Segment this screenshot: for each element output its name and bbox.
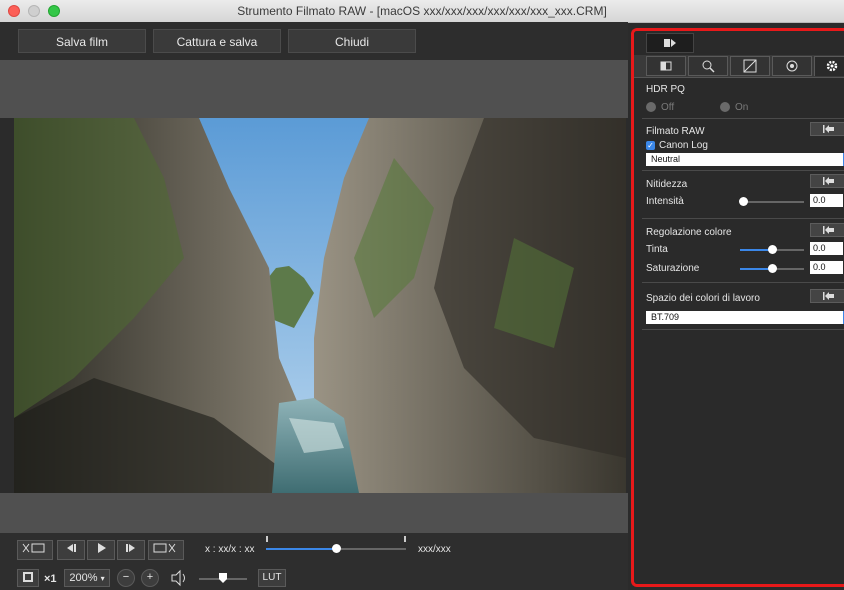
divider bbox=[642, 118, 844, 119]
log-preset-select[interactable]: Neutral bbox=[646, 153, 844, 166]
working-color-space-select[interactable]: BT.709 bbox=[646, 311, 844, 324]
tab-settings[interactable] bbox=[814, 56, 844, 76]
zoom-out-icon: − bbox=[122, 571, 130, 583]
hdr-on-label: On bbox=[735, 102, 749, 113]
zoom-in-icon: + bbox=[146, 571, 154, 583]
tab-color[interactable] bbox=[772, 56, 812, 76]
save-movie-button[interactable]: Salva film bbox=[18, 29, 146, 53]
reset-icon bbox=[823, 226, 834, 234]
speaker-icon[interactable] bbox=[169, 569, 191, 587]
divider bbox=[642, 170, 844, 171]
reset-icon bbox=[823, 125, 834, 133]
zoom-in-button[interactable]: + bbox=[141, 569, 159, 587]
playback-speed[interactable]: ×1 bbox=[44, 573, 57, 585]
top-toolbar: Salva film Cattura e salva Chiudi bbox=[0, 22, 628, 60]
reset-icon bbox=[823, 292, 834, 300]
saturation-input[interactable]: 0.0 bbox=[810, 261, 843, 274]
log-preset-value: Neutral bbox=[651, 154, 681, 164]
timecode-total: xxx/xxx bbox=[418, 544, 451, 555]
chevron-down-icon: ▾ bbox=[100, 574, 105, 583]
set-in-point-button[interactable] bbox=[17, 540, 53, 560]
working-color-space-label: Spazio dei colori di lavoro bbox=[646, 293, 760, 304]
divider bbox=[642, 329, 844, 330]
reset-icon bbox=[823, 177, 834, 185]
saturation-label: Saturazione bbox=[646, 263, 700, 274]
tab-basic-adjust[interactable] bbox=[646, 56, 686, 76]
preview-margin-top bbox=[0, 60, 628, 118]
in-marker[interactable] bbox=[266, 536, 268, 542]
next-frame-icon bbox=[126, 544, 135, 552]
color-icon bbox=[786, 60, 798, 72]
strength-handle[interactable] bbox=[739, 197, 748, 206]
zoom-out-button[interactable]: − bbox=[117, 569, 135, 587]
sharpness-reset-button[interactable] bbox=[810, 174, 844, 188]
capture-save-button[interactable]: Cattura e salva bbox=[153, 29, 281, 53]
fullscreen-icon bbox=[23, 572, 33, 582]
tint-handle[interactable] bbox=[768, 245, 777, 254]
palette-tabs bbox=[634, 55, 844, 78]
title-bar: Strumento Filmato RAW - [macOS xxx/xxx/x… bbox=[0, 0, 844, 23]
tint-label: Tinta bbox=[646, 244, 668, 255]
color-adjust-reset-button[interactable] bbox=[810, 223, 844, 237]
set-out-point-button[interactable] bbox=[148, 540, 184, 560]
tone-curve-icon bbox=[743, 59, 757, 73]
play-button[interactable] bbox=[87, 540, 115, 560]
next-frame-button[interactable] bbox=[117, 540, 145, 560]
zoom-select[interactable]: 200% ▾ bbox=[64, 569, 110, 587]
movie-preview-image bbox=[14, 118, 626, 493]
raw-movie-reset-button[interactable] bbox=[810, 122, 844, 136]
prev-frame-icon bbox=[67, 544, 76, 552]
sharpness-label: Nitidezza bbox=[646, 179, 688, 190]
palette-header bbox=[634, 31, 844, 55]
tool-palette-tab[interactable] bbox=[646, 33, 694, 53]
hdr-off-radio[interactable] bbox=[646, 102, 656, 112]
zoom-value: 200% bbox=[69, 572, 98, 584]
hdr-off-label: Off bbox=[661, 102, 675, 113]
play-icon bbox=[98, 543, 106, 553]
out-marker[interactable] bbox=[404, 536, 406, 542]
timeline-handle[interactable] bbox=[332, 544, 341, 553]
close-button[interactable]: Chiudi bbox=[288, 29, 416, 53]
in-point-icon bbox=[22, 543, 45, 553]
out-point-icon bbox=[153, 543, 176, 553]
volume-handle[interactable] bbox=[219, 573, 227, 583]
strength-label: Intensità bbox=[646, 196, 684, 207]
lut-button[interactable]: LUT bbox=[258, 569, 286, 587]
canon-log-label: Canon Log bbox=[659, 140, 708, 151]
tool-palette: HDR PQ Off On Filmato RAW ✓ Canon Log Ne… bbox=[631, 28, 844, 587]
tab-tone-curve[interactable] bbox=[730, 56, 770, 76]
tab-detail[interactable] bbox=[688, 56, 728, 76]
previous-frame-button[interactable] bbox=[57, 540, 85, 560]
divider bbox=[642, 218, 844, 219]
working-color-space-value: BT.709 bbox=[651, 312, 680, 322]
strength-input[interactable]: 0.0 bbox=[810, 194, 843, 207]
settings-gear-icon bbox=[826, 60, 838, 72]
color-adjust-label: Regolazione colore bbox=[646, 227, 732, 238]
preview-margin-bottom bbox=[0, 493, 628, 533]
timecode-current: x : xx/x : xx bbox=[205, 544, 255, 555]
fullscreen-button[interactable] bbox=[17, 569, 39, 587]
strength-slider[interactable] bbox=[740, 201, 804, 203]
window-title: Strumento Filmato RAW - [macOS xxx/xxx/x… bbox=[237, 4, 607, 18]
working-color-space-reset-button[interactable] bbox=[810, 289, 844, 303]
basic-adjust-icon bbox=[660, 61, 672, 71]
tool-palette-icon bbox=[664, 39, 676, 47]
hdr-on-radio[interactable] bbox=[720, 102, 730, 112]
canon-log-checkbox[interactable]: ✓ bbox=[646, 141, 655, 150]
detail-icon bbox=[702, 60, 715, 73]
timeline-progress bbox=[266, 548, 336, 550]
hdr-pq-label: HDR PQ bbox=[646, 84, 685, 95]
saturation-handle[interactable] bbox=[768, 264, 777, 273]
tint-input[interactable]: 0.0 bbox=[810, 242, 843, 255]
playback-controls: x : xx/x : xx xxx/xxx ×1 200% ▾ − + LUT bbox=[0, 533, 628, 590]
divider bbox=[642, 282, 844, 283]
raw-movie-label: Filmato RAW bbox=[646, 126, 705, 137]
